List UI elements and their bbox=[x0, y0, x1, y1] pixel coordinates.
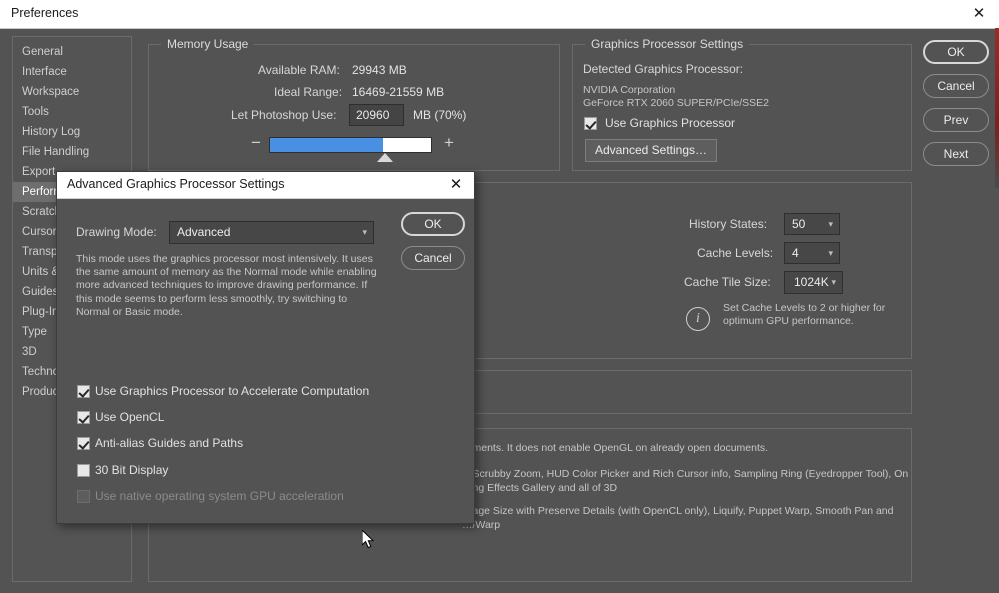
history-states-dropdown[interactable]: 50 ▾ bbox=[784, 213, 840, 235]
memory-slider-track[interactable] bbox=[269, 137, 432, 153]
history-states-value: 50 bbox=[792, 217, 806, 231]
anti-alias-guides-paths-checkbox[interactable] bbox=[77, 437, 90, 450]
sidebar-item-file-handling[interactable]: File Handling bbox=[13, 142, 131, 162]
dialog-ok-button[interactable]: OK bbox=[401, 212, 465, 236]
ok-button[interactable]: OK bbox=[923, 40, 989, 64]
cache-tile-size-label: Cache Tile Size: bbox=[684, 275, 771, 289]
available-ram-label: Available RAM: bbox=[258, 63, 340, 77]
let-photoshop-use-label: Let Photoshop Use: bbox=[231, 108, 337, 122]
description-line-4: …age Size with Preserve Details (with Op… bbox=[462, 505, 894, 517]
30-bit-display-label[interactable]: 30 Bit Display bbox=[95, 463, 168, 477]
gpu-vendor: NVIDIA Corporation bbox=[583, 84, 676, 96]
cache-info-line-2: optimum GPU performance. bbox=[723, 315, 854, 327]
drawing-mode-value: Advanced bbox=[177, 225, 231, 239]
description-line-2: …Scrubby Zoom, HUD Color Picker and Rich… bbox=[462, 468, 909, 480]
cache-levels-label: Cache Levels: bbox=[697, 246, 774, 260]
cache-tile-size-dropdown[interactable]: 1024K ▾ bbox=[784, 271, 843, 294]
30-bit-display-checkbox[interactable] bbox=[77, 464, 90, 477]
memory-slider-decrease[interactable]: − bbox=[251, 134, 261, 151]
gpu-model: GeForce RTX 2060 SUPER/PCIe/SSE2 bbox=[583, 97, 769, 109]
info-icon: i bbox=[686, 307, 710, 331]
use-gpu-accelerate-computation-label[interactable]: Use Graphics Processor to Accelerate Com… bbox=[95, 384, 369, 398]
prev-button[interactable]: Prev bbox=[923, 108, 989, 132]
close-icon[interactable]: ✕ bbox=[446, 175, 466, 195]
use-graphics-processor-label[interactable]: Use Graphics Processor bbox=[605, 116, 735, 130]
anti-alias-guides-paths-label[interactable]: Anti-alias Guides and Paths bbox=[95, 436, 243, 450]
screen-edge-strip bbox=[995, 28, 999, 188]
use-gpu-accelerate-computation-checkbox[interactable] bbox=[77, 385, 90, 398]
memory-usage-panel: Memory Usage Available RAM: 29943 MB Ide… bbox=[148, 37, 560, 171]
memory-slider-increase[interactable]: + bbox=[444, 134, 454, 151]
available-ram-value: 29943 MB bbox=[352, 63, 407, 77]
let-photoshop-use-suffix: MB (70%) bbox=[413, 108, 467, 122]
drawing-mode-label: Drawing Mode: bbox=[76, 225, 157, 239]
graphics-processor-title: Graphics Processor Settings bbox=[585, 37, 750, 51]
dialog-title: Advanced Graphics Processor Settings bbox=[67, 177, 285, 191]
window-title: Preferences bbox=[11, 6, 79, 20]
ideal-range-label: Ideal Range: bbox=[274, 85, 343, 99]
let-photoshop-use-input[interactable]: 20960 bbox=[349, 104, 404, 126]
memory-usage-title: Memory Usage bbox=[161, 37, 255, 51]
ideal-range-value: 16469-21559 MB bbox=[352, 85, 445, 99]
detected-gpu-label: Detected Graphics Processor: bbox=[583, 62, 744, 76]
preferences-window: Preferences ✕ General Interface Workspac… bbox=[0, 0, 999, 593]
native-os-gpu-acceleration-checkbox bbox=[77, 490, 90, 503]
next-button[interactable]: Next bbox=[923, 142, 989, 166]
sidebar-item-workspace[interactable]: Workspace bbox=[13, 82, 131, 102]
dialog-cancel-button[interactable]: Cancel bbox=[401, 246, 465, 270]
history-states-label: History States: bbox=[689, 217, 768, 231]
cache-levels-dropdown[interactable]: 4 ▾ bbox=[784, 242, 840, 264]
memory-slider-fill bbox=[270, 138, 383, 152]
cache-tile-size-value: 1024K bbox=[794, 275, 829, 289]
graphics-processor-panel: Graphics Processor Settings Detected Gra… bbox=[572, 37, 912, 171]
chevron-down-icon: ▾ bbox=[831, 277, 836, 287]
advanced-settings-button[interactable]: Advanced Settings… bbox=[585, 139, 717, 162]
use-opencl-checkbox[interactable] bbox=[77, 411, 90, 424]
drawing-mode-description: This mode uses the graphics processor mo… bbox=[76, 253, 377, 318]
chevron-down-icon: ▾ bbox=[362, 227, 367, 237]
use-graphics-processor-checkbox[interactable] bbox=[584, 117, 597, 130]
use-opencl-label[interactable]: Use OpenCL bbox=[95, 410, 164, 424]
description-line-1: …ments. It does not enable OpenGL on alr… bbox=[462, 442, 769, 454]
sidebar-item-general[interactable]: General bbox=[13, 42, 131, 62]
cancel-button[interactable]: Cancel bbox=[923, 74, 989, 98]
sidebar-item-tools[interactable]: Tools bbox=[13, 102, 131, 122]
advanced-graphics-processor-settings-dialog: Advanced Graphics Processor Settings ✕ D… bbox=[56, 171, 475, 524]
native-os-gpu-acceleration-label: Use native operating system GPU accelera… bbox=[95, 489, 344, 503]
cache-info-line-1: Set Cache Levels to 2 or higher for bbox=[723, 302, 886, 314]
drawing-mode-dropdown[interactable]: Advanced ▾ bbox=[169, 221, 374, 244]
sidebar-item-interface[interactable]: Interface bbox=[13, 62, 131, 82]
chevron-down-icon: ▾ bbox=[828, 219, 833, 229]
cache-levels-value: 4 bbox=[792, 246, 799, 260]
chevron-down-icon: ▾ bbox=[828, 248, 833, 258]
close-icon[interactable]: ✕ bbox=[969, 4, 989, 24]
window-titlebar: Preferences ✕ bbox=[0, 0, 999, 29]
memory-slider-thumb[interactable] bbox=[377, 153, 393, 162]
dialog-titlebar: Advanced Graphics Processor Settings ✕ bbox=[57, 172, 474, 199]
sidebar-item-history-log[interactable]: History Log bbox=[13, 122, 131, 142]
description-line-3: …ng Effects Gallery and all of 3D bbox=[462, 482, 618, 494]
